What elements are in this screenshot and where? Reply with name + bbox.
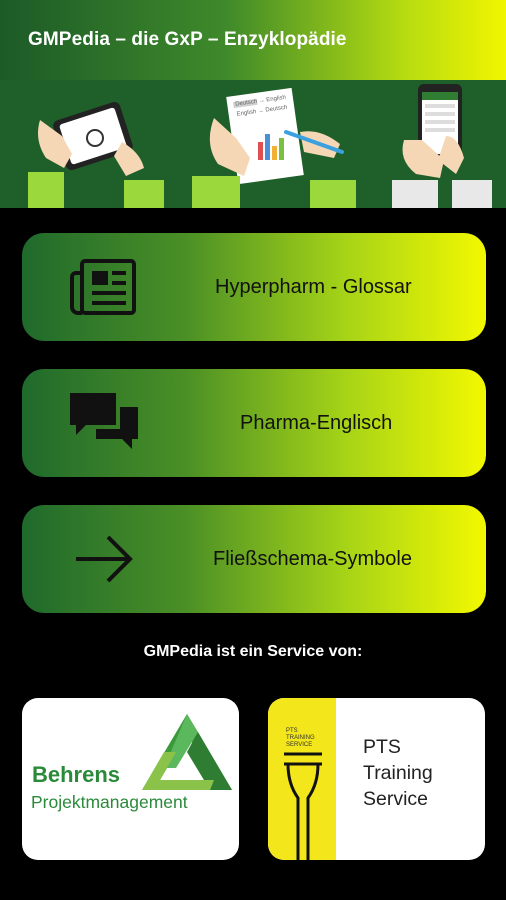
pharma-englisch-button[interactable]: Pharma-Englisch bbox=[22, 369, 486, 477]
newspaper-icon bbox=[70, 259, 136, 315]
pharma-englisch-label: Pharma-Englisch bbox=[240, 411, 393, 434]
app-title: GMPedia – die GxP – Enzyklopädie bbox=[28, 29, 347, 50]
pts-logo-icon bbox=[284, 752, 322, 860]
pts-mini-text: PTS TRAINING SERVICE bbox=[286, 728, 315, 748]
service-text: GMPedia ist ein Service von: bbox=[143, 643, 363, 660]
phone-illustration bbox=[392, 84, 492, 208]
pts-text: PTS Training Service bbox=[363, 736, 433, 810]
behrens-subtitle: Projektmanagement bbox=[31, 792, 188, 812]
tablet-illustration bbox=[28, 102, 164, 208]
pts-card[interactable]: PTS TRAINING SERVICE PTS Training Servic… bbox=[268, 698, 485, 860]
app-bar: GMPedia – die GxP – Enzyklopädie bbox=[0, 0, 506, 80]
fliessschema-button[interactable]: Fließschema-Symbole bbox=[22, 505, 486, 613]
fliessschema-label: Fließschema-Symbole bbox=[213, 547, 412, 570]
hero-illustration: Deutsch → English English → Deutsch bbox=[0, 80, 506, 208]
behrens-name: Behrens bbox=[32, 762, 121, 787]
arrow-right-icon bbox=[76, 535, 133, 583]
chat-bubbles-icon bbox=[70, 393, 138, 449]
glossar-button[interactable]: Hyperpharm - Glossar bbox=[22, 233, 486, 341]
document-illustration: Deutsch → English English → Deutsch bbox=[192, 87, 356, 208]
pts-logo-strip: PTS TRAINING SERVICE bbox=[268, 698, 336, 860]
glossar-label: Hyperpharm - Glossar bbox=[215, 275, 412, 298]
behrens-logo-icon bbox=[142, 714, 232, 790]
behrens-card[interactable]: Behrens Projektmanagement bbox=[22, 698, 239, 860]
